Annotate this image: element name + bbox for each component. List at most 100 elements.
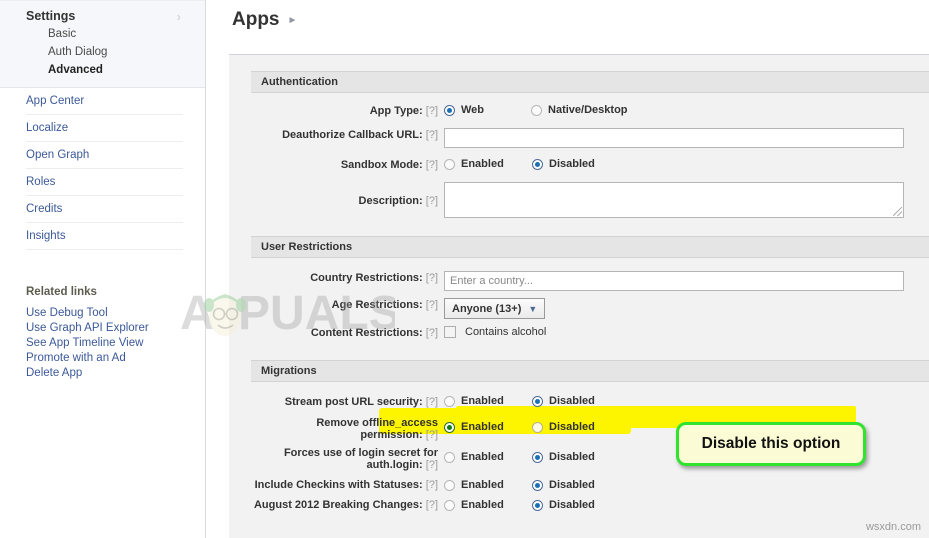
triangle-right-icon: ► [287,14,298,26]
radio-remove-offline-access-disabled[interactable]: Disabled [532,421,595,433]
radio-remove-offline-access-disabled-input[interactable] [532,421,543,433]
radio-app-type-web[interactable]: Web [444,104,484,116]
radio-app-type-web-label: Web [461,104,485,116]
sidebar-item-credits[interactable]: Credits [26,196,183,223]
help-icon[interactable]: [?] [426,327,438,339]
sidebar-item-auth-dialog-label: Auth Dialog [48,46,108,58]
sidebar-item-app-center[interactable]: App Center [26,88,183,115]
field-deauthorize-callback-url-label: Deauthorize Callback URL: [?] [251,127,444,142]
field-august-2012-label: August 2012 Breaking Changes: [?] [251,497,444,511]
help-icon[interactable]: [?] [426,479,438,491]
field-sandbox-mode-label: Sandbox Mode: [?] [251,157,444,172]
help-icon[interactable]: [?] [426,299,438,311]
related-link-see-app-timeline-view[interactable]: See App Timeline View [26,335,205,350]
radio-include-checkins-disabled[interactable]: Disabled [532,479,595,491]
radio-stream-post-enabled-label: Enabled [461,395,504,407]
stream-post-label-text: Stream post URL security: [284,396,423,408]
section-authentication-title: Authentication [251,71,929,93]
related-link-use-graph-api-explorer[interactable]: Use Graph API Explorer [26,320,205,335]
field-app-type-label: App Type: [?] [251,103,444,118]
help-icon[interactable]: [?] [426,499,438,511]
resize-handle-icon[interactable] [893,207,902,216]
help-icon[interactable]: [?] [426,195,438,207]
country-restrictions-input[interactable] [444,271,904,291]
sidebar-item-basic[interactable]: Basic [0,25,205,43]
radio-remove-offline-access-enabled-input[interactable] [444,421,455,433]
country-label-text: Country Restrictions: [310,272,423,284]
table-row: Stream post URL security: [?] Enabled Di… [251,394,929,409]
radio-include-checkins-enabled-input[interactable] [444,479,455,491]
help-icon[interactable]: [?] [426,159,438,171]
sidebar: Settings › Basic Auth Dialog Advanced Ap… [0,0,206,538]
radio-include-checkins-disabled-input[interactable] [532,479,543,491]
field-remove-offline-access-label: Remove offline_access permission: [?] [251,415,444,441]
chevron-right-icon: › [176,8,181,24]
help-icon[interactable]: [?] [426,459,438,471]
section-migrations-title: Migrations [251,360,929,382]
help-icon[interactable]: [?] [426,105,438,117]
radio-sandbox-enabled-label: Enabled [461,158,504,170]
deauthorize-callback-url-input[interactable] [444,128,904,148]
radio-august-2012-disabled[interactable]: Disabled [532,499,595,511]
field-sandbox-mode: Sandbox Mode: [?] Enabled Disabled [251,157,929,172]
august-2012-label-text: August 2012 Breaking Changes: [253,499,423,511]
related-link-delete-app[interactable]: Delete App [26,365,205,380]
sidebar-item-settings[interactable]: Settings › [0,7,205,25]
radio-remove-offline-access-enabled-label: Enabled [461,421,504,433]
radio-sandbox-enabled[interactable]: Enabled [444,158,532,170]
screenshot-root: Settings › Basic Auth Dialog Advanced Ap… [0,0,929,538]
sidebar-item-roles[interactable]: Roles [26,169,183,196]
radio-august-2012-disabled-input[interactable] [532,499,543,511]
sidebar-item-credits-label: Credits [26,203,63,215]
description-textarea-wrapper[interactable] [444,182,904,218]
radio-app-type-web-input[interactable] [444,104,455,116]
radio-sandbox-disabled[interactable]: Disabled [532,158,595,170]
forces-login-secret-label-text: Forces use of login secret for auth.logi… [283,447,438,471]
sidebar-item-localize[interactable]: Localize [26,115,183,142]
sidebar-item-basic-label: Basic [48,28,77,40]
radio-stream-post-disabled-input[interactable] [532,395,543,407]
field-description: Description: [?] [251,181,929,218]
radio-sandbox-enabled-input[interactable] [444,158,455,170]
radio-forces-login-secret-disabled-label: Disabled [549,451,595,463]
caret-down-icon: ▼ [528,303,538,314]
radio-august-2012-enabled[interactable]: Enabled [444,499,532,511]
radio-forces-login-secret-enabled-input[interactable] [444,451,455,463]
sidebar-item-open-graph[interactable]: Open Graph [26,142,183,169]
sidebar-item-advanced[interactable]: Advanced [0,61,205,79]
radio-forces-login-secret-enabled[interactable]: Enabled [444,451,532,463]
radio-forces-login-secret-disabled-input[interactable] [532,451,543,463]
sidebar-item-auth-dialog[interactable]: Auth Dialog [0,43,205,61]
radio-august-2012-enabled-label: Enabled [461,499,504,511]
sidebar-item-roles-label: Roles [26,176,56,188]
radio-stream-post-enabled-input[interactable] [444,395,455,407]
sidebar-item-insights[interactable]: Insights [26,223,183,250]
age-restrictions-select[interactable]: Anyone (13+) ▼ [444,298,546,319]
radio-august-2012-enabled-input[interactable] [444,499,455,511]
radio-sandbox-disabled-input[interactable] [532,158,543,170]
help-icon[interactable]: [?] [426,272,438,284]
help-icon[interactable]: [?] [426,396,438,408]
radio-include-checkins-enabled[interactable]: Enabled [444,479,532,491]
radio-app-type-native[interactable]: Native/Desktop [531,104,628,116]
help-icon[interactable]: [?] [426,429,438,441]
remove-offline-access-label-text: Remove offline_access permission: [316,417,438,441]
sidebar-item-localize-label: Localize [26,122,69,134]
field-description-label: Description: [?] [251,181,444,208]
radio-stream-post-disabled[interactable]: Disabled [532,395,595,407]
radio-app-type-native-input[interactable] [531,104,543,116]
radio-remove-offline-access-enabled[interactable]: Enabled [444,421,532,433]
sidebar-settings-label: Settings [26,9,76,23]
sidebar-item-insights-label: Insights [26,230,66,242]
deauthorize-label-text: Deauthorize Callback URL: [282,129,423,141]
radio-forces-login-secret-disabled[interactable]: Disabled [532,451,595,463]
field-content-restrictions-label: Content Restrictions: [?] [251,325,444,340]
related-links-title: Related links [26,286,97,298]
radio-stream-post-enabled[interactable]: Enabled [444,395,532,407]
related-link-use-debug-tool[interactable]: Use Debug Tool [26,305,205,320]
help-icon[interactable]: [?] [426,129,438,141]
contains-alcohol-checkbox[interactable] [444,326,456,338]
annotation-callout: Disable this option [676,422,866,466]
field-age-restrictions: Age Restrictions: [?] Anyone (13+) ▼ [251,297,929,319]
related-link-promote-with-an-ad[interactable]: Promote with an Ad [26,350,205,365]
